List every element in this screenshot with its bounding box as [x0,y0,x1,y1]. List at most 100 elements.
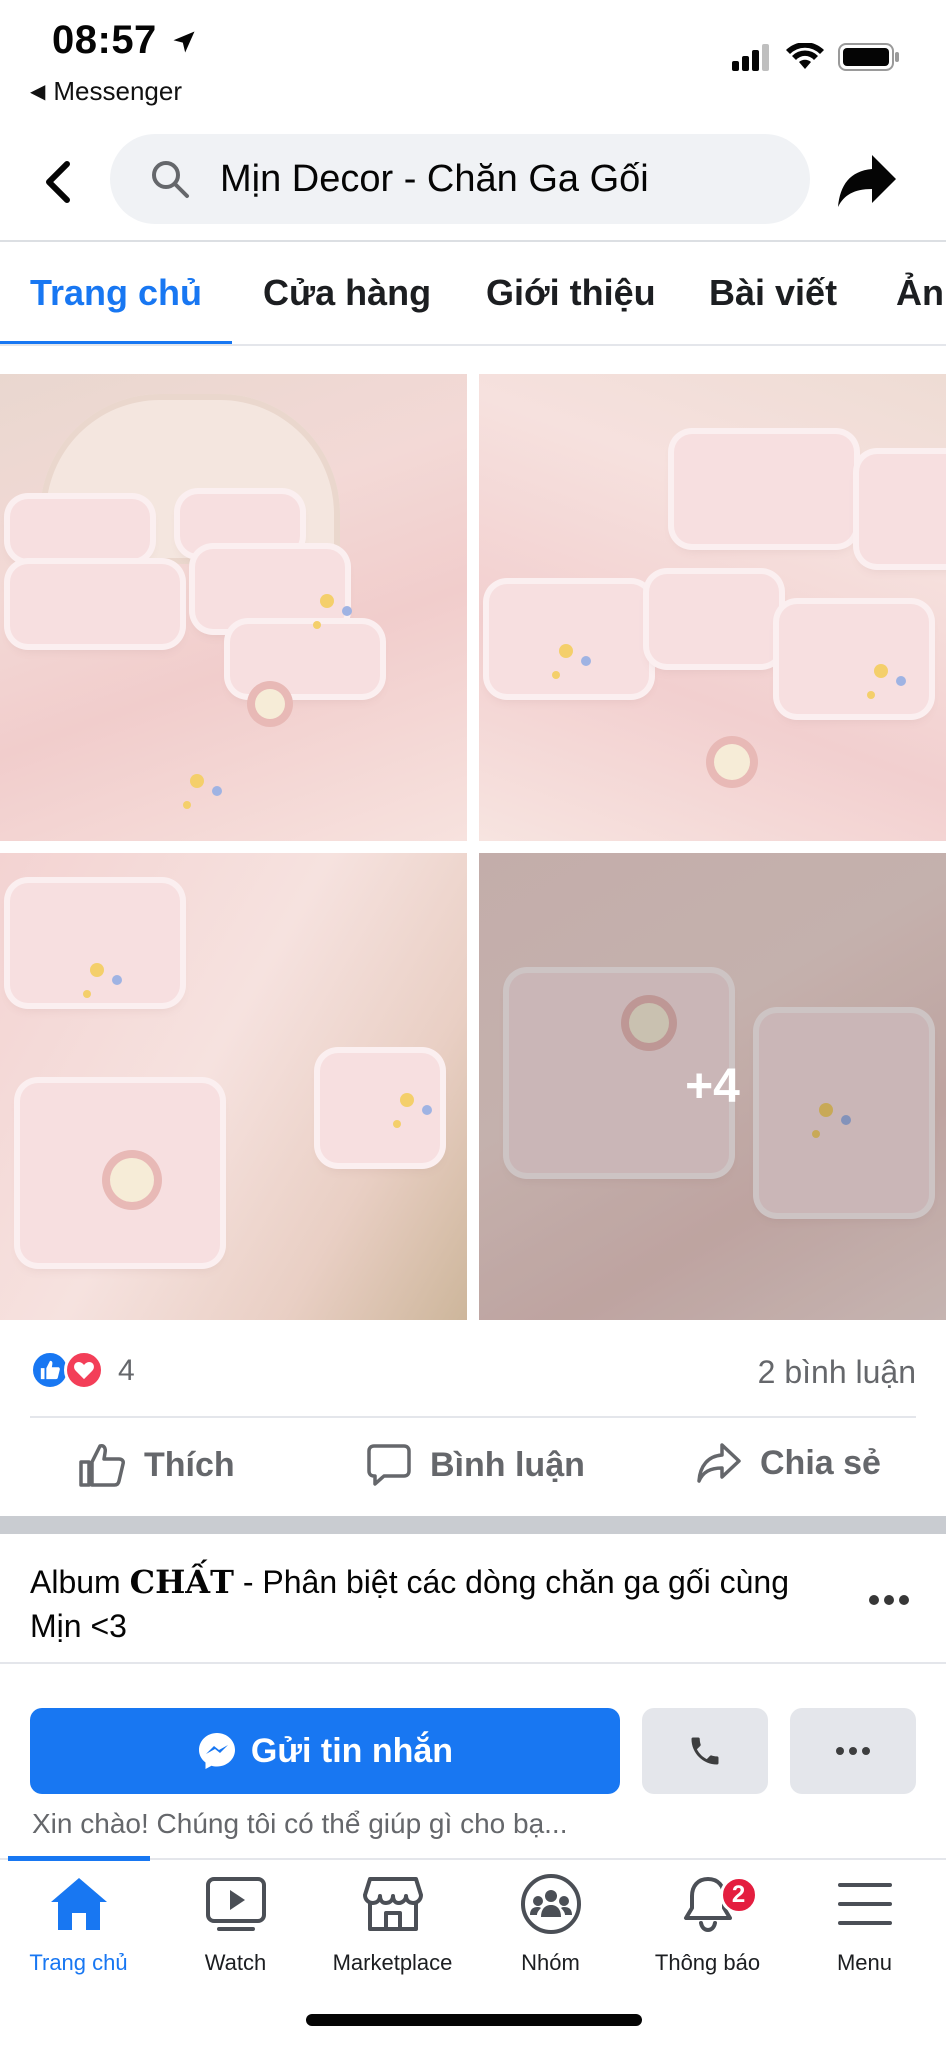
marketplace-icon [362,1862,424,1946]
post-photo-1[interactable] [0,374,467,841]
menu-icon [837,1862,893,1946]
phone-icon [691,1737,719,1765]
next-post-bold: CHẤT [129,1563,234,1601]
status-bar: 08:57 ◀ Messenger [0,0,946,120]
chevron-left-icon [46,161,70,203]
tab-about[interactable]: Giới thiệu [486,272,656,314]
comment-count-link[interactable]: 2 bình luận [758,1354,916,1391]
tab-shop[interactable]: Cửa hàng [263,272,431,314]
nav-item-groups[interactable]: Nhóm [472,1862,629,1992]
embroidered-flower [400,1093,414,1107]
home-indicator[interactable] [306,2014,642,2026]
embroidered-flower [874,664,888,678]
greeting-text[interactable]: Xin chào! Chúng tôi có thể giúp gì cho b… [32,1808,567,1840]
back-to-app-link[interactable]: ◀ Messenger [30,76,182,107]
search-icon [152,161,189,198]
reaction-count[interactable]: 4 [118,1354,135,1388]
send-message-label: Gửi tin nhắn [250,1731,454,1770]
nav-item-menu[interactable]: Menu [786,1862,943,1992]
pillow [489,584,649,694]
more-options-icon[interactable] [868,1594,910,1606]
page-tabs: Trang chủ Cửa hàng Giới thiệu Bài viết Ả… [0,242,946,346]
tab-home[interactable]: Trang chủ [30,272,202,314]
reactions-summary: 4 2 bình luận [30,1340,916,1400]
signal-icon [732,44,769,71]
send-message-button[interactable]: Gửi tin nhắn [30,1708,620,1794]
pillow [674,434,854,544]
share-arrow-icon [838,155,896,207]
more-photos-overlay[interactable]: +4 [479,853,946,1320]
watch-icon [205,1862,267,1946]
notification-badge: 2 [719,1876,758,1914]
post-photo-4[interactable]: +4 [479,853,946,1320]
battery-icon [838,43,899,71]
more-dots-icon [836,1747,870,1755]
nav-label-groups: Nhóm [521,1950,580,1975]
teacup [714,744,750,780]
teacup [255,689,285,719]
pillow [230,624,380,694]
post-photo-3[interactable] [0,853,467,1320]
thumbs-up-icon [79,1444,125,1487]
pillow [180,494,300,554]
like-button[interactable]: Thích [78,1442,235,1488]
pillow [10,499,150,559]
more-actions-button[interactable] [790,1708,916,1794]
message-bar: Gửi tin nhắn Xin chào! Chúng tôi có thể … [0,1690,946,1860]
bell-icon: 2 [680,1862,758,1946]
reaction-icons[interactable] [30,1350,104,1390]
like-label: Thích [144,1445,235,1484]
back-triangle-icon: ◀ [30,81,46,103]
call-button[interactable] [642,1708,768,1794]
post-actions: Thích Bình luận Chia sẻ [0,1436,946,1506]
next-post-text: Album CHẤT - Phân biệt các dòng chăn ga … [30,1560,830,1648]
home-icon [48,1862,110,1946]
bottom-nav-active-indicator [8,1856,150,1861]
tab-posts[interactable]: Bài viết [709,272,837,314]
teacup [110,1158,154,1202]
bottom-navigation: Trang chủ Watch Marketplace Nhóm 2 Thông… [0,1862,946,1992]
pillow [10,883,180,1003]
love-reaction-icon [64,1350,104,1390]
nav-item-home[interactable]: Trang chủ [0,1862,157,1992]
nav-label-watch: Watch [204,1950,267,1975]
groups-icon [520,1862,582,1946]
pillow [320,1053,440,1163]
post-separator [0,1516,946,1534]
share-icon [697,1443,741,1483]
comment-bubble-icon [367,1444,411,1486]
pillow [779,604,929,714]
next-post-prefix: Album [30,1564,130,1600]
status-icons [732,42,900,72]
embroidered-flower [559,644,573,658]
post-photo-2[interactable] [479,374,946,841]
nav-label-marketplace: Marketplace [332,1950,453,1975]
comment-label: Bình luận [430,1445,585,1484]
nav-item-notifications[interactable]: 2 Thông báo [629,1862,786,1992]
search-text: Mịn Decor - Chăn Ga Gối [220,157,649,200]
pillow [10,564,180,644]
page-header: Mịn Decor - Chăn Ga Gối [0,126,946,236]
pillow [195,549,345,629]
share-button[interactable]: Chia sẻ [696,1442,881,1484]
nav-label-notifications: Thông báo [654,1950,761,1975]
wifi-icon [786,43,824,69]
share-page-button[interactable] [832,146,902,216]
comment-button[interactable]: Bình luận [366,1442,585,1488]
back-button[interactable] [36,152,80,212]
status-time: 08:57 [52,18,157,62]
search-bar[interactable]: Mịn Decor - Chăn Ga Gối [110,134,810,224]
back-app-label: Messenger [53,76,183,106]
location-arrow-icon [173,31,195,53]
nav-item-watch[interactable]: Watch [157,1862,314,1992]
pillow [649,574,779,664]
nav-label-home: Trang chủ [29,1950,128,1975]
embroidered-flower [190,774,204,788]
tab-photos[interactable]: Ảnh [896,272,946,314]
next-post[interactable]: Album CHẤT - Phân biệt các dòng chăn ga … [0,1534,946,1664]
reactions-divider [30,1416,916,1418]
more-photos-count: +4 [685,1060,740,1113]
embroidered-flower [320,594,334,608]
nav-item-marketplace[interactable]: Marketplace [314,1862,471,1992]
active-tab-indicator [0,341,232,344]
